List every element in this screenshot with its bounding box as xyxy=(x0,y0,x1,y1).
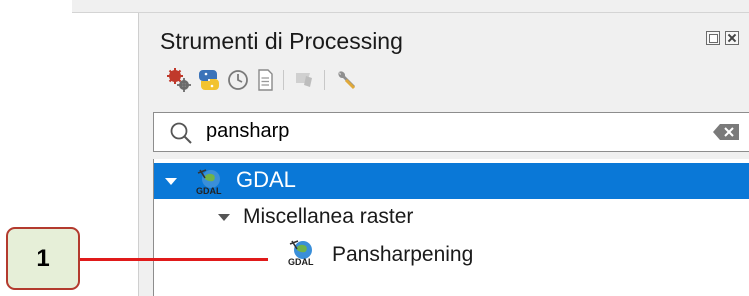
close-icon[interactable] xyxy=(725,31,739,45)
tree-item-pansharpening[interactable]: Pansharpening xyxy=(332,243,473,267)
results-document-icon[interactable] xyxy=(252,67,278,93)
search-icon xyxy=(170,122,192,144)
callout-box: 1 xyxy=(6,227,80,290)
history-clock-icon[interactable] xyxy=(225,67,251,93)
search-input[interactable] xyxy=(206,120,406,143)
gdal-icon: GDAL xyxy=(288,240,314,267)
callout-number: 1 xyxy=(36,244,50,272)
gdal-icon: GDAL xyxy=(196,169,222,196)
python-icon[interactable] xyxy=(196,67,222,93)
panel-title: Strumenti di Processing xyxy=(160,28,403,54)
svg-text:GDAL: GDAL xyxy=(196,186,222,196)
settings-wrench-icon[interactable] xyxy=(333,67,359,93)
toolbar-separator xyxy=(283,70,284,90)
left-canvas-area xyxy=(72,13,139,296)
float-panel-icon[interactable] xyxy=(706,31,720,45)
top-strip xyxy=(72,0,749,13)
svg-text:GDAL: GDAL xyxy=(288,257,314,267)
callout-line xyxy=(80,258,268,261)
expand-arrow-icon[interactable] xyxy=(218,214,230,221)
edit-features-icon[interactable] xyxy=(292,67,318,93)
toolbar-separator xyxy=(324,70,325,90)
tree-label-gdal: GDAL xyxy=(236,167,296,192)
clear-search-icon[interactable] xyxy=(712,123,740,141)
models-gear-icon[interactable] xyxy=(166,67,192,93)
expand-arrow-icon[interactable] xyxy=(165,178,177,185)
tree-label-raster-misc[interactable]: Miscellanea raster xyxy=(243,205,413,229)
